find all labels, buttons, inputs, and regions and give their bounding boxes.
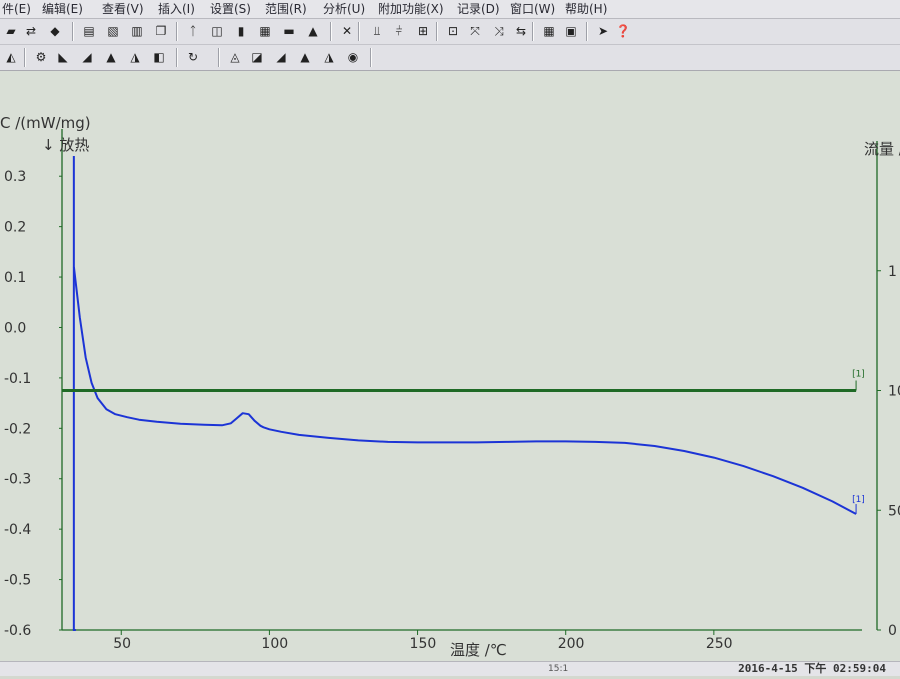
y-left-tick-label: -0.4 — [4, 522, 31, 538]
y-left-tick-label: 0.2 — [4, 220, 26, 236]
open-folder-icon[interactable]: ▰ — [2, 22, 20, 40]
gas-flow-curve-marker: [1] — [852, 370, 865, 380]
pointer-icon[interactable]: ➤ — [594, 22, 612, 40]
peak-tip-icon[interactable]: ▲ — [102, 48, 120, 66]
y-left-tick-label: -0.1 — [4, 371, 31, 387]
swap-icon[interactable]: ⇄ — [22, 22, 40, 40]
table-icon[interactable]: ▦ — [540, 22, 558, 40]
y-left-tick-label: -0.2 — [4, 421, 31, 437]
status-bar: 15:1 2016-4-15 下午 02:59:04 — [0, 661, 900, 676]
baseline-icon[interactable]: ▬ — [280, 22, 298, 40]
toolbar-separator — [176, 48, 178, 67]
curve-edit-icon[interactable]: ᛏ — [184, 22, 202, 40]
x-tick-label: 50 — [113, 636, 131, 652]
x-tick-label: 200 — [558, 636, 585, 652]
y-left-tick-label: 0.1 — [4, 270, 26, 286]
mountain-icon[interactable]: ◭ — [2, 48, 20, 66]
glass-transition-icon[interactable]: ◧ — [150, 48, 168, 66]
refresh-icon[interactable]: ↻ — [184, 48, 202, 66]
menu-analysis[interactable]: 分析(U) — [323, 0, 365, 18]
menu-record[interactable]: 记录(D) — [457, 0, 500, 18]
delete-icon[interactable]: ✕ — [338, 22, 356, 40]
page-setup-icon[interactable]: ▤ — [80, 22, 98, 40]
dsc-chart[interactable]: 0.30.20.10.0-0.1-0.2-0.3-0.4-0.5-0.650 10… — [0, 71, 900, 675]
peak-end-icon[interactable]: ◮ — [320, 48, 338, 66]
y-right-tick-label: 0 — [888, 623, 897, 639]
y-left-tick-label: -0.5 — [4, 573, 31, 589]
x-tick-label: 100 — [261, 636, 288, 652]
y-right-tick-label: 50 — [888, 503, 900, 519]
legend-icon[interactable]: ▣ — [562, 22, 580, 40]
toolbar-separator — [72, 22, 74, 41]
y-right-tick-label: 1 — [888, 264, 897, 280]
y-left-tick-label: -0.3 — [4, 472, 31, 488]
peak-search-icon[interactable]: ◉ — [344, 48, 362, 66]
menu-extra[interactable]: 附加功能(X) — [378, 0, 444, 18]
scale-x-icon[interactable]: ⤧ — [466, 22, 484, 40]
peak-pair-icon[interactable]: ◮ — [126, 48, 144, 66]
step-peak-icon[interactable]: ◪ — [248, 48, 266, 66]
toolbar-separator — [176, 22, 178, 41]
peak-right-icon[interactable]: ◢ — [78, 48, 96, 66]
plot-area[interactable]: 0.3 0.2 0.1 0.0 -0.1 -0.2 -0.3 -0.4 -0.5 -0.6 50 10… — [0, 71, 900, 675]
menu-view[interactable]: 查看(V) — [102, 0, 144, 18]
toolbar-separator — [358, 22, 360, 41]
zoom-region-icon[interactable]: ⊡ — [444, 22, 462, 40]
onset-icon[interactable]: ⫫ — [368, 22, 386, 40]
curve-select-icon[interactable]: ◫ — [208, 22, 226, 40]
menu-settings[interactable]: 设置(S) — [210, 0, 251, 18]
zoom-fit-icon[interactable]: ⊞ — [414, 22, 432, 40]
y-right-tick-label: 100 — [888, 384, 900, 400]
help-pointer-icon[interactable]: ❓ — [614, 22, 632, 40]
y-left-axis-sub-label: ↓ 放热 — [42, 136, 89, 154]
curve-marker-icon[interactable]: ▮ — [232, 22, 250, 40]
midpoint-icon[interactable]: ⫩ — [390, 22, 408, 40]
toolbar-main: ▰ ⇄ ◆ ▤ ▧ ▥ ❐ ᛏ ◫ ▮ ▦ ▬ ▲ ✕ ⫫ ⫩ ⊞ ⊡ ⤧ ⤨ ⇆ ▦ ▣ ➤ ❓ — [0, 19, 900, 45]
menu-insert[interactable]: 插入(I) — [158, 0, 195, 18]
menu-file[interactable]: 件(E) — [2, 0, 31, 18]
copy-icon[interactable]: ❐ — [152, 22, 170, 40]
y-left-tick-label: 0.3 — [4, 169, 26, 185]
print-icon[interactable]: ▥ — [128, 22, 146, 40]
toolbar-analysis: ◭ ⚙ ◣ ◢ ▲ ◮ ◧ ↻ ◬ ◪ ◢ ▲ ◮ ◉ — [0, 45, 900, 71]
toolbar-separator — [218, 48, 220, 67]
scale-xy-icon[interactable]: ⤨ — [490, 22, 508, 40]
peak-shape-icon[interactable]: ▲ — [296, 48, 314, 66]
y-right-axis-label: 流量 / — [864, 140, 900, 158]
peak-area-icon[interactable]: ▲ — [304, 22, 322, 40]
y-left-tick-label: 0.0 — [4, 320, 26, 336]
x-tick-label: 150 — [410, 636, 437, 652]
peak-left-icon[interactable]: ◣ — [54, 48, 72, 66]
toolbar-separator — [370, 48, 372, 67]
y-left-tick-label: -0.6 — [4, 623, 31, 639]
toolbar-separator — [532, 22, 534, 41]
toolbar-separator — [436, 22, 438, 41]
menu-bar: 件(E) 编辑(E) 查看(V) 插入(I) 设置(S) 范围(R) 分析(U) 附加功能(X… — [0, 0, 900, 19]
menu-help[interactable]: 帮助(H) — [565, 0, 607, 18]
x-axis-label: 温度 /℃ — [450, 641, 507, 659]
onset-peak-icon[interactable]: ◬ — [226, 48, 244, 66]
rescale-icon[interactable]: ⇆ — [512, 22, 530, 40]
status-datetime: 2016-4-15 下午 02:59:04 — [738, 662, 886, 675]
toolbar-separator — [24, 48, 26, 67]
status-fragment: 15:1 — [548, 664, 569, 674]
menu-window[interactable]: 窗口(W) — [510, 0, 555, 18]
toolbar-separator — [330, 22, 332, 41]
dsc-curve-marker: [1] — [852, 495, 865, 505]
gear-icon[interactable]: ⚙ — [32, 48, 50, 66]
menu-range[interactable]: 范围(R) — [265, 0, 307, 18]
menu-edit[interactable]: 编辑(E) — [42, 0, 83, 18]
y-left-axis-label: C /(mW/mg) — [0, 114, 91, 132]
print-preview-icon[interactable]: ▧ — [104, 22, 122, 40]
x-tick-label: 250 — [706, 636, 733, 652]
slope-icon[interactable]: ◢ — [272, 48, 290, 66]
grid-icon[interactable]: ▦ — [256, 22, 274, 40]
toolbar-separator — [586, 22, 588, 41]
pin-icon[interactable]: ◆ — [46, 22, 64, 40]
